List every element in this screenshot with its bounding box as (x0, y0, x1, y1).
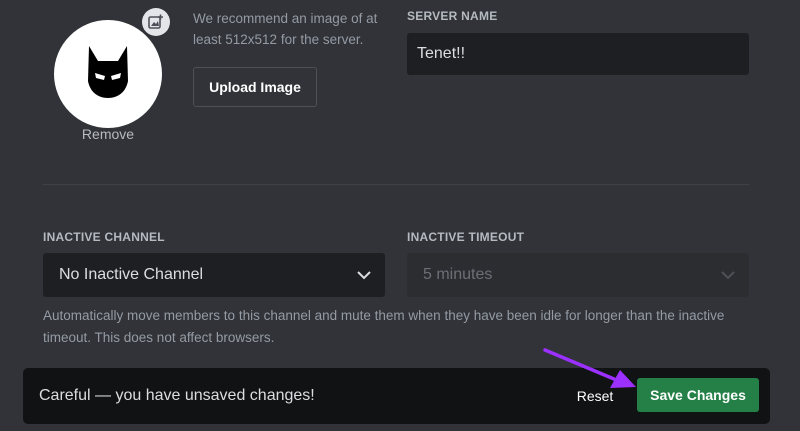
chevron-down-icon (721, 270, 735, 279)
annotation-arrow-icon (543, 348, 636, 388)
inactive-channel-value: No Inactive Channel (59, 266, 204, 283)
add-image-button[interactable] (142, 8, 170, 36)
unsaved-changes-message: Careful — you have unsaved changes! (39, 387, 315, 404)
server-icon-upload[interactable] (54, 20, 162, 128)
inactive-channel-label: INACTIVE CHANNEL (43, 230, 165, 244)
server-name-input[interactable]: Tenet!! (407, 33, 749, 75)
image-recommendation-text: We recommend an image of at least 512x51… (193, 11, 378, 47)
inactive-help-text: Automatically move members to this chann… (43, 308, 725, 345)
server-avatar[interactable] (54, 20, 162, 128)
chevron-down-icon (357, 270, 371, 279)
add-image-icon (148, 14, 163, 29)
batman-mask-icon (88, 46, 128, 98)
server-name-label: SERVER NAME (407, 9, 498, 23)
section-divider (43, 184, 749, 185)
unsaved-changes-bar: Careful — you have unsaved changes! Rese… (23, 368, 770, 424)
inactive-channel-select[interactable]: No Inactive Channel (43, 253, 385, 297)
inactive-timeout-value: 5 minutes (423, 266, 493, 283)
upload-image-button[interactable]: Upload Image (193, 67, 317, 107)
inactive-timeout-label: INACTIVE TIMEOUT (407, 230, 525, 244)
inactive-timeout-select[interactable]: 5 minutes (407, 253, 749, 297)
remove-icon-link[interactable]: Remove (54, 126, 162, 142)
save-changes-button[interactable]: Save Changes (637, 378, 759, 412)
